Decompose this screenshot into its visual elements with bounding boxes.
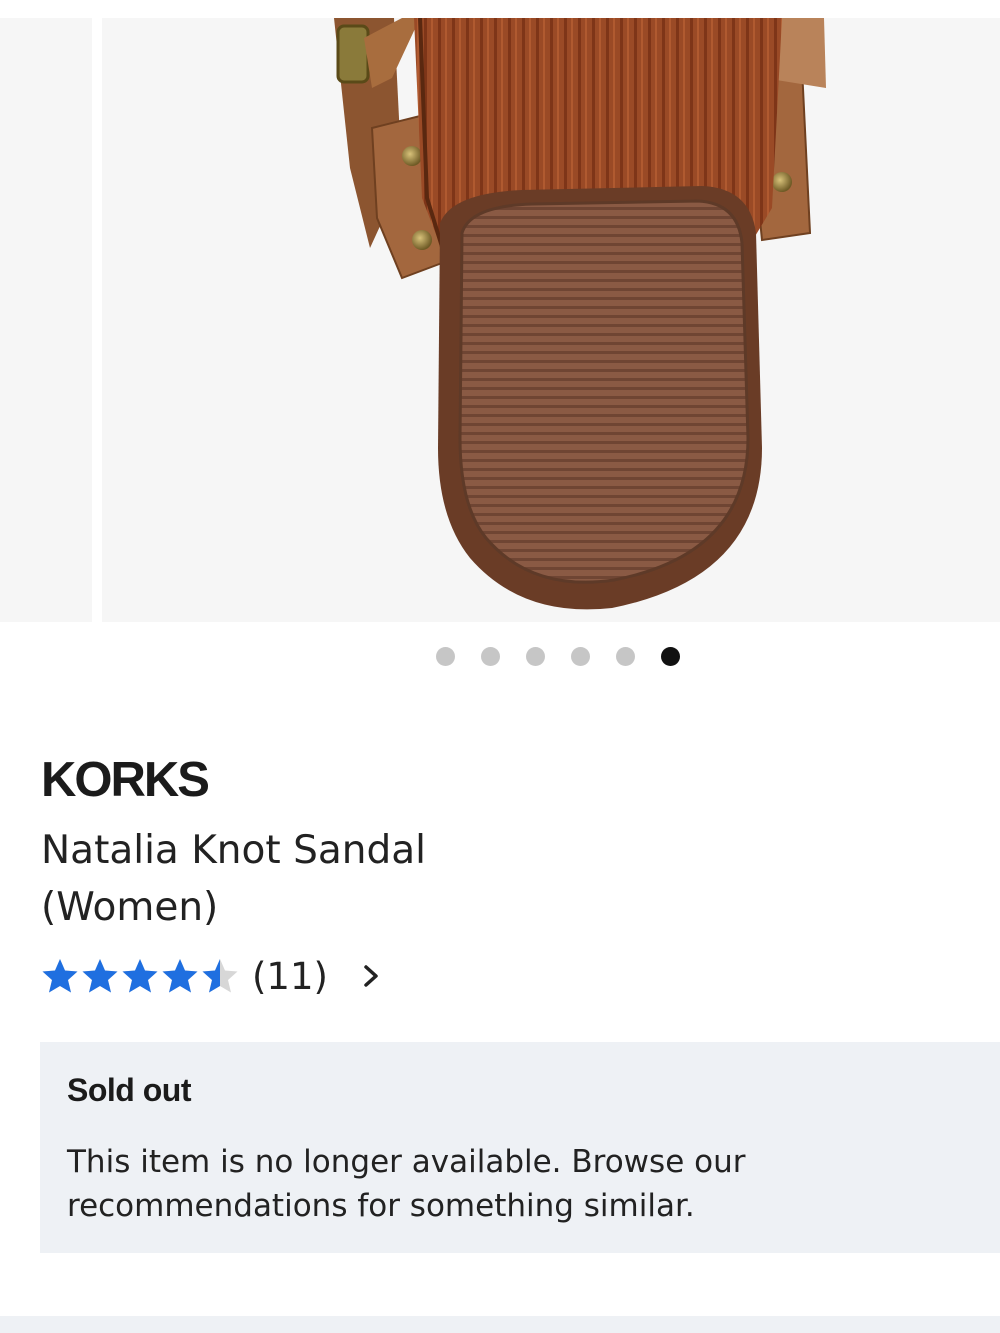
rating-stars bbox=[40, 956, 240, 996]
sold-out-title: Sold out bbox=[67, 1072, 191, 1108]
star-icon bbox=[122, 959, 158, 993]
carousel-dot-4[interactable] bbox=[571, 647, 590, 666]
carousel-pagination bbox=[0, 647, 1000, 667]
carousel-dot-6[interactable] bbox=[661, 647, 680, 666]
carousel-dot-1[interactable] bbox=[436, 647, 455, 666]
sold-out-message: This item is no longer available. Browse… bbox=[67, 1144, 746, 1224]
sold-out-notice: Sold out This item is no longer availabl… bbox=[40, 1042, 1000, 1253]
product-page: KORKS Natalia Knot Sandal (Women) (11) S… bbox=[0, 0, 1000, 1333]
star-icon bbox=[162, 959, 198, 993]
star-icon bbox=[202, 959, 238, 993]
product-title: Natalia Knot Sandal (Women) bbox=[41, 828, 426, 930]
product-rating[interactable]: (11) bbox=[40, 950, 384, 1002]
next-section-edge bbox=[0, 1316, 1000, 1333]
star-icon bbox=[82, 959, 118, 993]
carousel-dot-2[interactable] bbox=[481, 647, 500, 666]
product-image-carousel[interactable] bbox=[0, 0, 1000, 622]
product-image[interactable] bbox=[102, 18, 1000, 622]
carousel-dot-3[interactable] bbox=[526, 647, 545, 666]
chevron-right-icon[interactable] bbox=[358, 961, 384, 991]
product-brand[interactable]: KORKS bbox=[41, 752, 210, 808]
previous-slide-peek[interactable] bbox=[0, 18, 92, 622]
star-icon bbox=[42, 959, 78, 993]
carousel-dot-5[interactable] bbox=[616, 647, 635, 666]
review-count: (11) bbox=[252, 954, 328, 998]
